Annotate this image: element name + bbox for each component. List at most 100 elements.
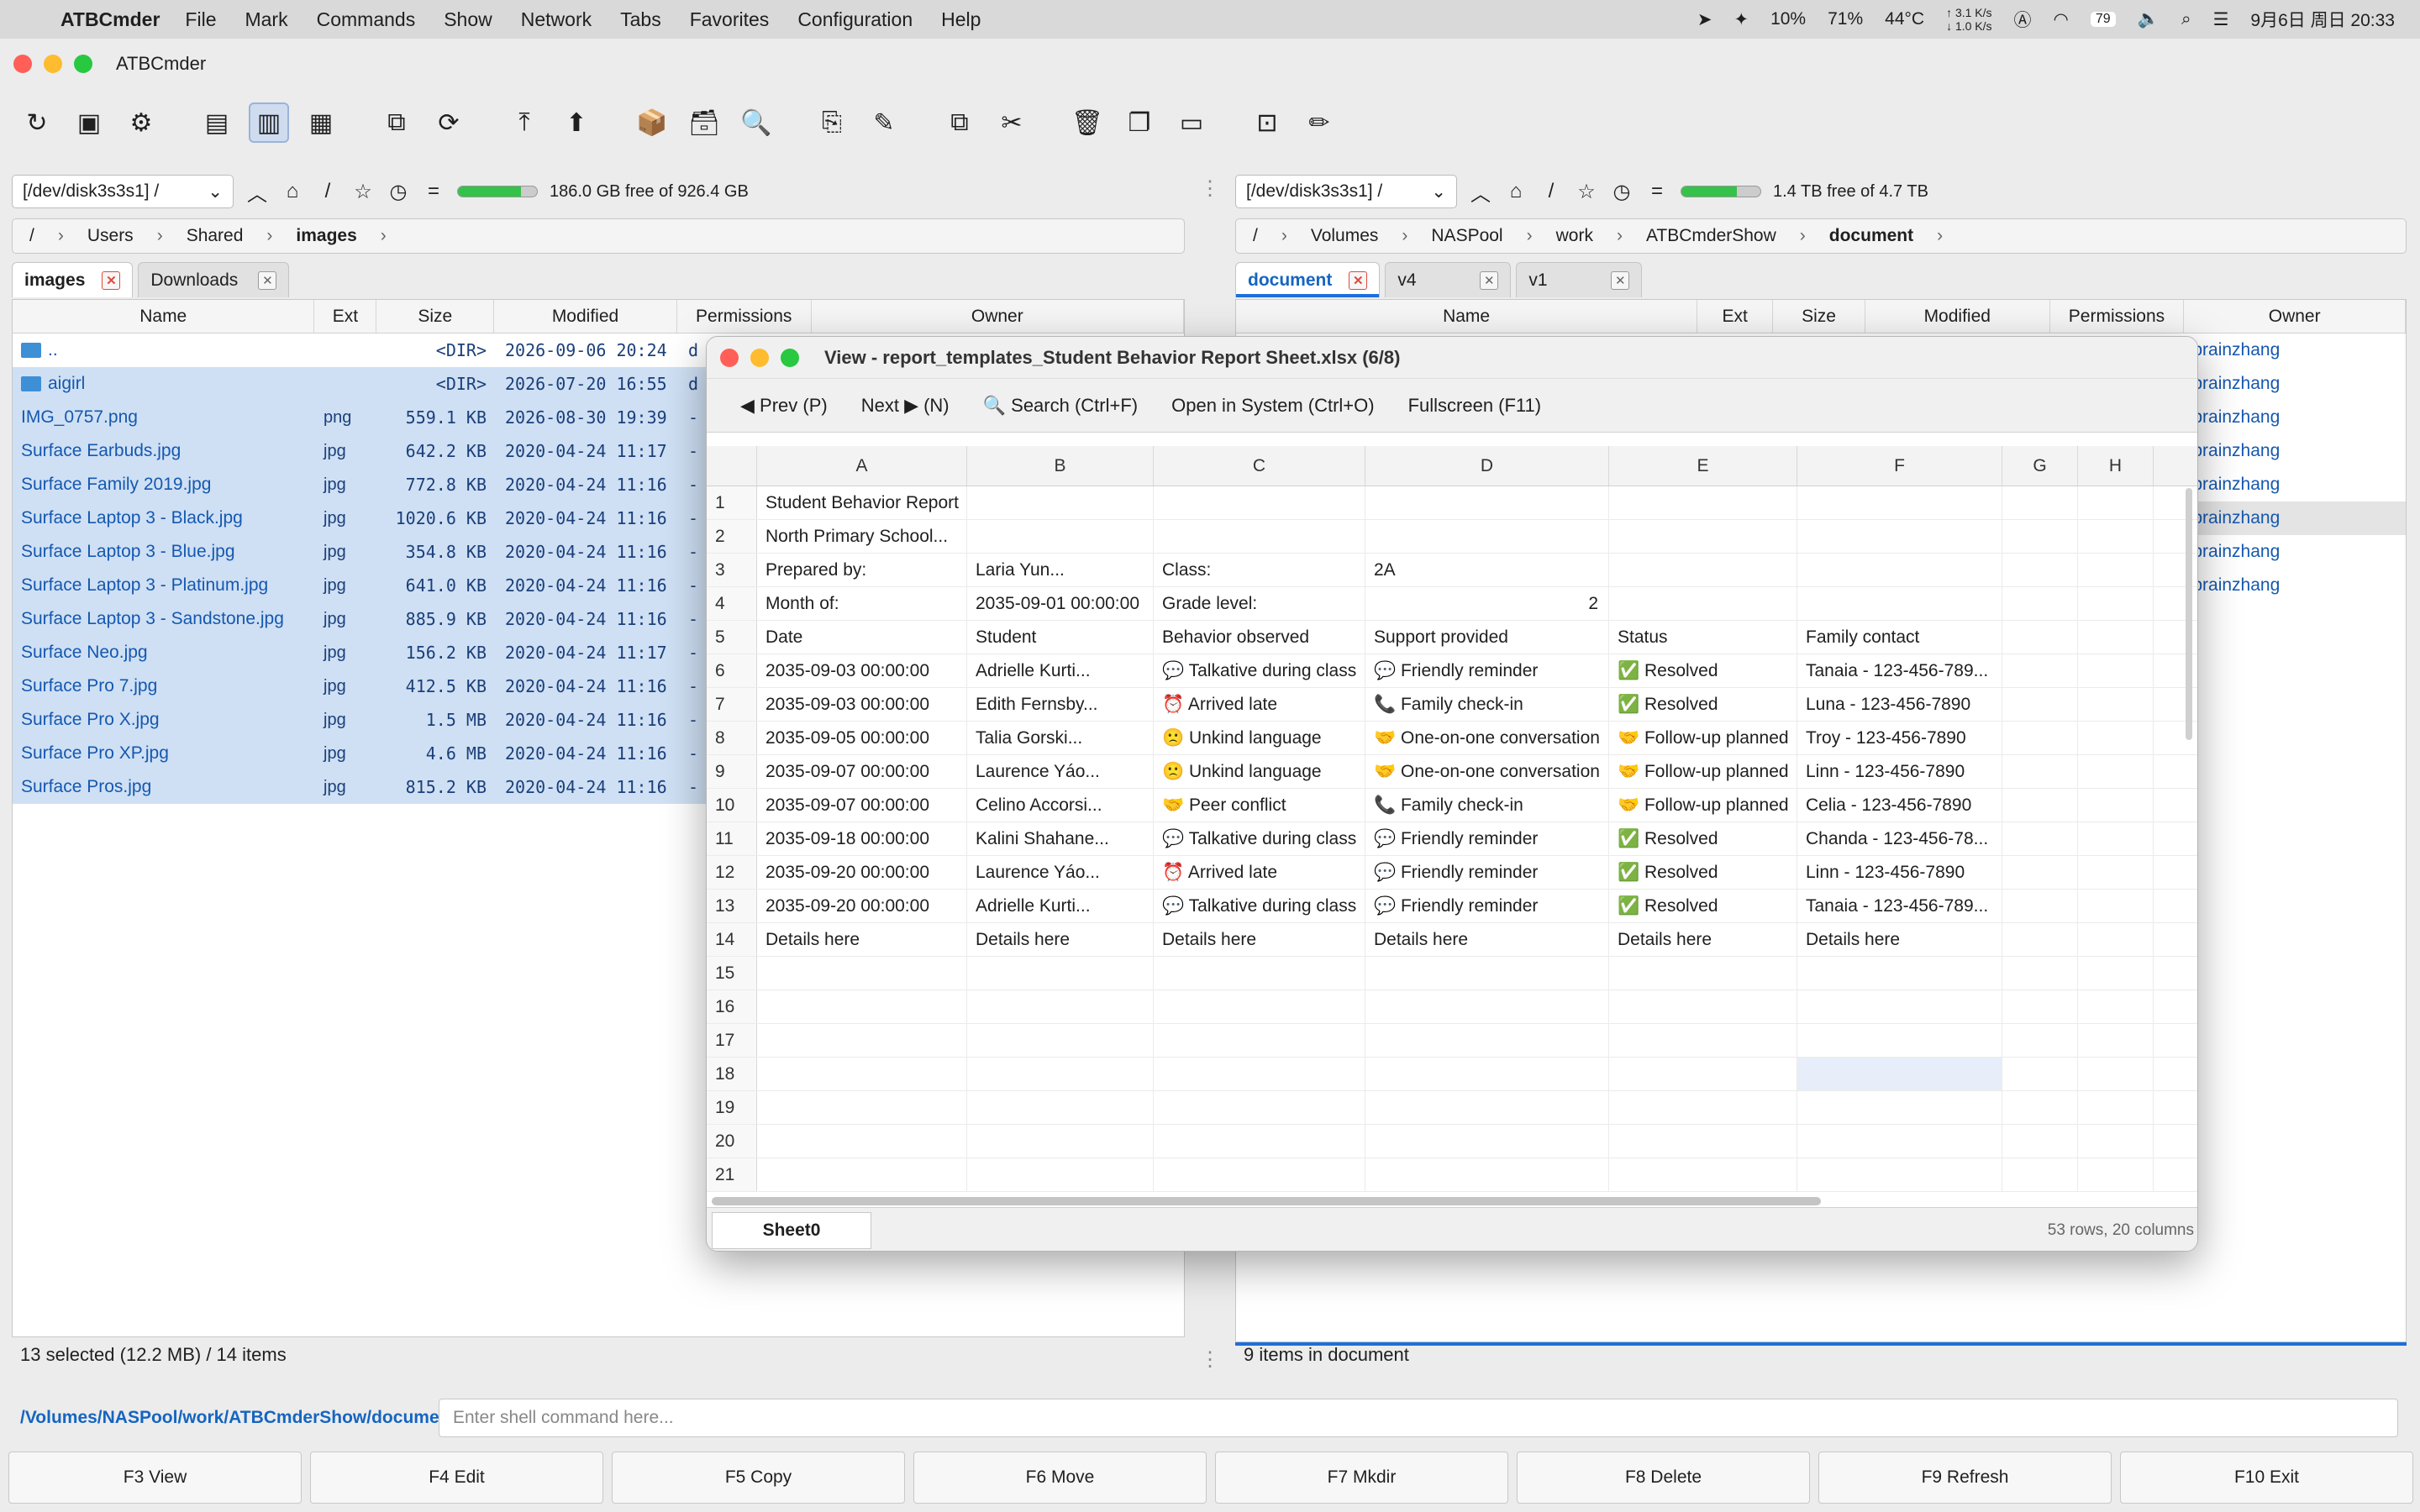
sheet-cell[interactable]: Details here <box>1365 923 1609 956</box>
column-header-d[interactable]: D <box>1365 446 1609 486</box>
vertical-scrollbar[interactable] <box>2186 488 2192 740</box>
sheet-cell[interactable] <box>2002 923 2078 956</box>
sheet-cell[interactable] <box>2002 789 2078 822</box>
sheet-cell[interactable] <box>1797 990 2002 1023</box>
sheet-cell[interactable] <box>967 486 1154 519</box>
fkey-f8-button[interactable]: F8 Delete <box>1517 1452 1810 1504</box>
sheet-cell[interactable]: 💬 Talkative during class <box>1154 822 1365 855</box>
sheet-cell[interactable] <box>2002 722 2078 754</box>
sheet-cell[interactable]: Linn - 123-456-7890 <box>1797 755 2002 788</box>
sheet-cell[interactable]: 2035-09-05 00:00:00 <box>757 722 967 754</box>
breadcrumb-item[interactable]: / <box>1253 226 1258 246</box>
zoom-button[interactable] <box>74 55 92 73</box>
cpu-stat[interactable]: 10% <box>1770 9 1806 29</box>
sheet-cell[interactable]: 🤝 One-on-one conversation <box>1365 755 1609 788</box>
sheet-cell[interactable] <box>2078 1125 2154 1158</box>
breadcrumb-item[interactable]: NASPool <box>1431 226 1502 246</box>
menu-item-mark[interactable]: Mark <box>245 8 287 31</box>
sheet-cell[interactable] <box>1154 1125 1365 1158</box>
sheet-cell[interactable]: Details here <box>757 923 967 956</box>
sheet-cell[interactable]: Edith Fernsby... <box>967 688 1154 721</box>
sheet-cell[interactable]: Details here <box>1154 923 1365 956</box>
sheet-cell[interactable]: Chanda - 123-456-78... <box>1797 822 2002 855</box>
sheet-cell[interactable] <box>1154 1091 1365 1124</box>
go-top-icon[interactable]: ⤒ <box>504 102 544 143</box>
sheet-cell[interactable] <box>2078 990 2154 1023</box>
root-icon[interactable]: / <box>316 180 339 203</box>
fkey-f4-button[interactable]: F4 Edit <box>310 1452 603 1504</box>
viewer-minimize-button[interactable] <box>750 348 769 367</box>
sheet-cell[interactable] <box>1154 1158 1365 1191</box>
sheet-cell[interactable] <box>1365 1024 1609 1057</box>
sheet-cell[interactable]: 🙁 Unkind language <box>1154 722 1365 754</box>
sheet-cell[interactable]: ✅ Resolved <box>1609 654 1797 687</box>
next-button[interactable]: Next ▶ (N) <box>861 395 950 417</box>
mem-stat[interactable]: 71% <box>1828 9 1863 29</box>
splitter-handle-bottom[interactable]: ⋮ <box>1200 1347 1220 1372</box>
sheet-cell[interactable] <box>2078 520 2154 553</box>
sheet-cell[interactable] <box>2078 587 2154 620</box>
column-header-name[interactable]: Name <box>13 300 315 333</box>
sheet-cell[interactable]: Kalini Shahane... <box>967 822 1154 855</box>
sheet-cell[interactable] <box>2002 990 2078 1023</box>
sheet-cell[interactable] <box>1609 1125 1797 1158</box>
sheet-cell[interactable] <box>757 1024 967 1057</box>
minimize-button[interactable] <box>44 55 62 73</box>
home-icon[interactable]: ⌂ <box>281 180 304 203</box>
menu-item-show[interactable]: Show <box>444 8 492 31</box>
sheet-cell[interactable] <box>2002 1091 2078 1124</box>
tab-v4[interactable]: v4 ✕ <box>1385 262 1512 297</box>
sheet-cell[interactable] <box>1365 520 1609 553</box>
sheet-cell[interactable] <box>2002 621 2078 654</box>
column-header-a[interactable]: A <box>757 446 967 486</box>
menu-item-configuration[interactable]: Configuration <box>797 8 913 31</box>
shell-command-input[interactable]: Enter shell command here... <box>439 1399 2398 1437</box>
sheet-cell[interactable] <box>1365 957 1609 990</box>
clock[interactable]: 9月6日 周日 20:33 <box>2250 7 2395 32</box>
sheet-cell[interactable]: 💬 Friendly reminder <box>1365 856 1609 889</box>
brief-view-icon[interactable]: ▤ <box>197 102 237 143</box>
breadcrumb-item[interactable]: Shared <box>187 226 244 246</box>
sheet-cell[interactable] <box>2078 1058 2154 1090</box>
sheet-cell[interactable]: 📞 Family check-in <box>1365 688 1609 721</box>
menu-item-favorites[interactable]: Favorites <box>690 8 770 31</box>
breadcrumb-item[interactable]: ATBCmderShow <box>1646 226 1776 246</box>
sheet-cell[interactable]: Details here <box>967 923 1154 956</box>
menu-item-tabs[interactable]: Tabs <box>620 8 661 31</box>
control-center-icon[interactable]: ☰ <box>2213 9 2229 30</box>
sheet-cell[interactable] <box>1797 1058 2002 1090</box>
sheet-tab[interactable]: Sheet0 <box>712 1211 871 1249</box>
sheet-cell[interactable] <box>2078 1024 2154 1057</box>
sheet-cell[interactable]: 2035-09-20 00:00:00 <box>757 890 967 922</box>
preview-icon[interactable]: ⊡ <box>1247 102 1287 143</box>
sheet-cell[interactable] <box>2078 755 2154 788</box>
sheet-cell[interactable]: ✅ Resolved <box>1609 856 1797 889</box>
sheet-cell[interactable] <box>2002 520 2078 553</box>
sheet-cell[interactable]: Family contact <box>1797 621 2002 654</box>
fkey-f5-button[interactable]: F5 Copy <box>612 1452 905 1504</box>
sheet-cell[interactable]: Class: <box>1154 554 1365 586</box>
breadcrumb-item[interactable]: Users <box>87 226 134 246</box>
sheet-cell[interactable] <box>2002 654 2078 687</box>
sheet-cell[interactable] <box>1154 520 1365 553</box>
column-header-c[interactable]: C <box>1154 446 1365 486</box>
temp-stat[interactable]: 44°C <box>1885 9 1924 29</box>
sheet-cell[interactable] <box>1797 1091 2002 1124</box>
open-in-system-button[interactable]: Open in System (Ctrl+O) <box>1171 395 1374 417</box>
sheet-cell[interactable] <box>757 1058 967 1090</box>
breadcrumb-item[interactable]: document <box>1829 226 1913 246</box>
sheet-cell[interactable] <box>1797 957 2002 990</box>
sheet-cell[interactable]: Talia Gorski... <box>967 722 1154 754</box>
column-header-f[interactable]: F <box>1797 446 2002 486</box>
sheet-cell[interactable] <box>2078 890 2154 922</box>
sheet-cell[interactable]: 2035-09-18 00:00:00 <box>757 822 967 855</box>
input-method-icon[interactable]: Ⓐ <box>2014 7 2032 32</box>
sheet-cell[interactable] <box>967 1058 1154 1090</box>
sheet-cell[interactable]: 💬 Talkative during class <box>1154 654 1365 687</box>
sheet-cell[interactable]: Tanaia - 123-456-789... <box>1797 890 2002 922</box>
sync-icon[interactable]: ⟳ <box>429 102 469 143</box>
sheet-cell[interactable] <box>1154 1058 1365 1090</box>
sheet-cell[interactable] <box>2002 1058 2078 1090</box>
column-header-h[interactable]: H <box>2078 446 2154 486</box>
sheet-cell[interactable]: Support provided <box>1365 621 1609 654</box>
